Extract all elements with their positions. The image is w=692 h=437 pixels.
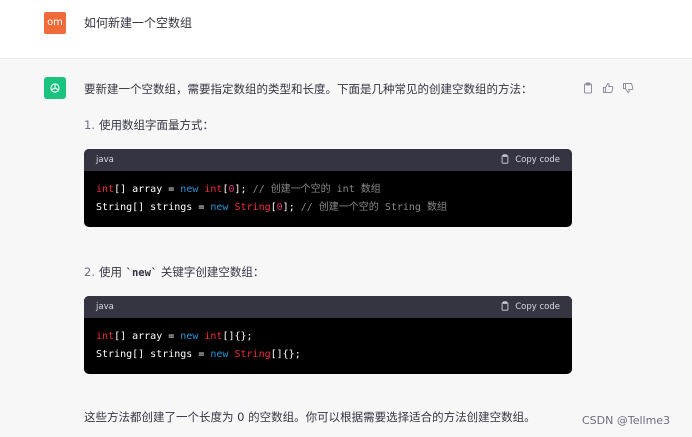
code-header: java Copy code (84, 296, 572, 318)
code-body: int[] array = new int[0]; // 创建一个空的 int … (84, 171, 572, 227)
code-language: java (96, 155, 114, 165)
code-token: new (210, 202, 229, 213)
code-token: ]; (234, 184, 253, 195)
copy-code-button[interactable]: Copy code (500, 300, 560, 314)
code-language: java (96, 302, 114, 312)
user-avatar: om (44, 12, 66, 34)
code-token: new (180, 184, 199, 195)
code-body: int[] array = new int[]{}; String[] strin… (84, 318, 572, 374)
code-token: String[] strings = (96, 349, 211, 360)
code-token: // 创建一个空的 int 数组 (252, 184, 381, 195)
code-token: [] array = (114, 184, 181, 195)
code-token: String (234, 349, 271, 360)
assistant-intro-text: 要新建一个空数组，需要指定数组的类型和长度。下面是几种常见的创建空数组的方法： (84, 82, 533, 96)
openai-logo-icon (44, 77, 66, 99)
code-line: int[] array = new int[]{}; (96, 328, 560, 346)
code-token: int (204, 184, 223, 195)
thumbs-up-icon[interactable] (602, 79, 614, 93)
code-token: int (96, 184, 115, 195)
code-token: new (210, 349, 229, 360)
code-line: int[] array = new int[0]; // 创建一个空的 int … (96, 181, 560, 199)
copy-code-label: Copy code (515, 302, 560, 312)
code-header: java Copy code (84, 149, 572, 171)
clipboard-icon (500, 300, 510, 314)
code-block-1: java Copy code int[] array = new int[0];… (84, 149, 572, 227)
code-line: String[] strings = new String[0]; // 创建一… (96, 199, 560, 217)
watermark: CSDN @Tellme3 (582, 414, 671, 427)
list-item-text-before: 使用 (98, 265, 126, 279)
copy-code-label: Copy code (515, 155, 560, 165)
list-item-text-after: 关键字创建空数组： (157, 265, 265, 279)
list-number: 1. (84, 118, 95, 132)
user-message-text: 如何新建一个空数组 (84, 16, 193, 30)
message-actions (582, 79, 634, 94)
code-token: []{}; (222, 331, 253, 342)
list-item-2: 2. 使用 `new` 关键字创建空数组： (84, 264, 264, 280)
code-token: int (96, 331, 115, 342)
thumbs-down-icon[interactable] (622, 79, 634, 94)
code-token: // 创建一个空的 String 数组 (300, 202, 447, 213)
code-line: String[] strings = new String[]{}; (96, 346, 560, 364)
clipboard-icon (500, 153, 510, 167)
inline-code: `new` (125, 267, 158, 279)
code-token: String (234, 202, 271, 213)
code-block-2: java Copy code int[] array = new int[]{}… (84, 296, 572, 374)
code-token: [] array = (114, 331, 181, 342)
code-token: []{}; (270, 349, 301, 360)
list-number: 2. (84, 265, 95, 279)
assistant-closing-text: 这些方法都创建了一个长度为 0 的空数组。你可以根据需要选择适合的方法创建空数组… (84, 410, 536, 424)
user-message-row: om 如何新建一个空数组 (0, 0, 692, 58)
list-item-1: 1. 使用数组字面量方式： (84, 117, 214, 133)
copy-code-button[interactable]: Copy code (500, 153, 560, 167)
code-token: new (180, 331, 199, 342)
code-token: int (204, 331, 223, 342)
list-item-text: 使用数组字面量方式： (98, 118, 214, 132)
assistant-message-row: 要新建一个空数组，需要指定数组的类型和长度。下面是几种常见的创建空数组的方法： … (0, 58, 692, 437)
code-token: ]; (282, 202, 301, 213)
code-token: String[] strings = (96, 202, 211, 213)
clipboard-icon[interactable] (582, 79, 594, 94)
